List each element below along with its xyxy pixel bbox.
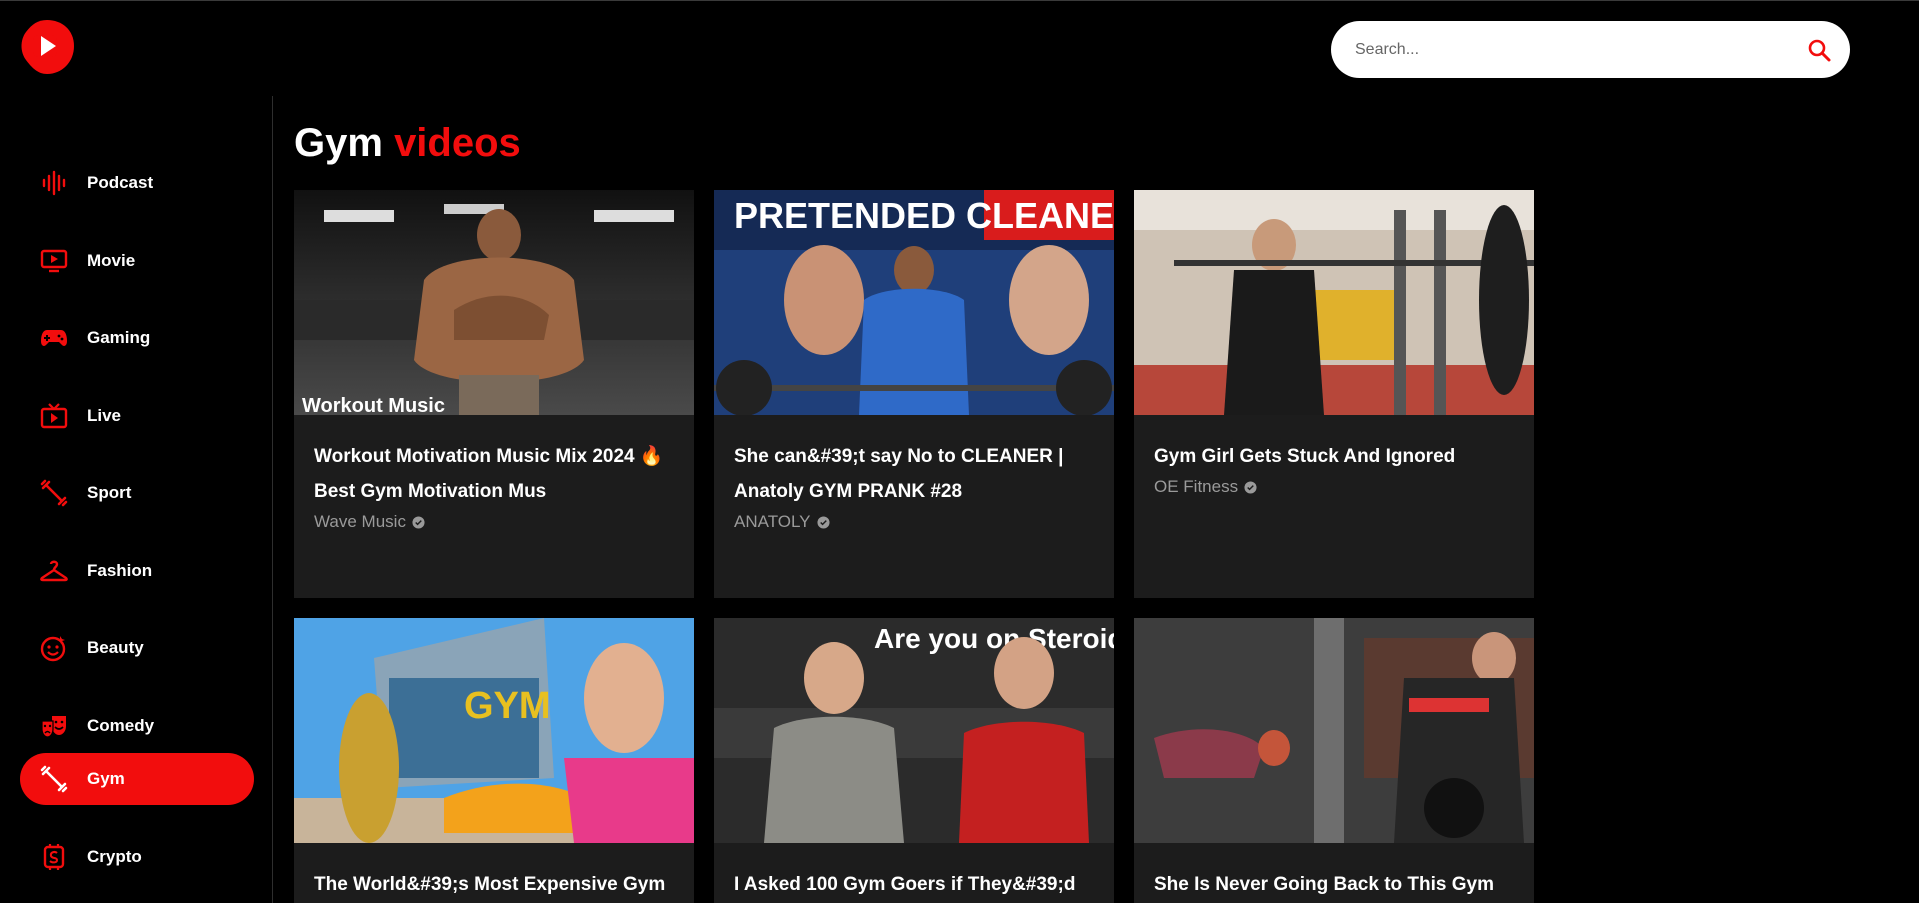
crypto-icon bbox=[40, 843, 68, 871]
thumbnail-text: PRETENDED CLEANER IN A GYM bbox=[734, 195, 1114, 236]
sport-icon bbox=[40, 479, 68, 507]
video-title[interactable]: She can&#39;t say No to CLEANER | Anatol… bbox=[734, 439, 1094, 509]
video-thumbnail[interactable]: PRETENDED CLEANER IN A GYM bbox=[714, 190, 1114, 415]
video-title[interactable]: I Asked 100 Gym Goers if They&#39;d bbox=[734, 867, 1094, 902]
video-thumbnail[interactable]: Are you on Steroids? yes. bbox=[714, 618, 1114, 843]
sidebar-item-label: Sport bbox=[87, 483, 132, 502]
logo-icon[interactable] bbox=[18, 18, 76, 76]
video-thumbnail[interactable]: Workout Music bbox=[294, 190, 694, 415]
channel-name[interactable]: OE Fitness bbox=[1154, 474, 1238, 500]
video-thumbnail[interactable] bbox=[1134, 618, 1534, 843]
movie-icon bbox=[40, 247, 68, 275]
video-channel[interactable]: Wave Music bbox=[314, 509, 674, 535]
video-card[interactable]: Are you on Steroids? yes. I Asked 100 Gy… bbox=[714, 618, 1114, 903]
thumbnail-text: Are you on Steroids? yes. bbox=[874, 623, 1114, 654]
sidebar-item-gym[interactable]: Gym bbox=[20, 753, 254, 805]
sidebar-item-beauty[interactable]: Beauty bbox=[20, 622, 254, 674]
live-tv-icon bbox=[40, 402, 68, 430]
video-channel[interactable]: ANATOLY bbox=[734, 509, 1094, 535]
podcast-icon bbox=[40, 169, 68, 197]
sidebar-item-label: Podcast bbox=[87, 173, 154, 192]
page-title: Gym videos bbox=[294, 118, 521, 168]
video-title[interactable]: Gym Girl Gets Stuck And Ignored bbox=[1154, 439, 1514, 474]
sidebar-item-label: Gaming bbox=[87, 328, 151, 347]
sidebar-item-movie[interactable]: Movie bbox=[20, 235, 254, 287]
search-icon[interactable] bbox=[1806, 37, 1832, 63]
sidebar-item-crypto[interactable]: Crypto bbox=[20, 831, 254, 883]
search-input[interactable] bbox=[1353, 39, 1806, 60]
video-card[interactable]: Gym Girl Gets Stuck And Ignored OE Fitne… bbox=[1134, 190, 1534, 598]
video-thumbnail[interactable]: GYM bbox=[294, 618, 694, 843]
sidebar-item-live[interactable]: Live bbox=[20, 390, 254, 442]
video-title[interactable]: She Is Never Going Back to This Gym bbox=[1154, 867, 1514, 902]
sidebar-item-label: Fashion bbox=[87, 561, 153, 580]
page-title-primary: Gym bbox=[294, 121, 383, 165]
sidebar: Podcast Movie Gaming Live Sport Fashion bbox=[0, 96, 273, 903]
gamepad-icon bbox=[40, 324, 68, 352]
search-bar[interactable] bbox=[1331, 21, 1850, 78]
sidebar-item-label: Movie bbox=[87, 251, 136, 270]
sidebar-item-label: Beauty bbox=[87, 638, 144, 657]
sidebar-item-label: Live bbox=[87, 406, 122, 425]
video-card[interactable]: She Is Never Going Back to This Gym bbox=[1134, 618, 1534, 903]
verified-icon bbox=[1244, 480, 1257, 494]
thumbnail-text: GYM bbox=[464, 685, 551, 727]
sidebar-item-gaming[interactable]: Gaming bbox=[20, 312, 254, 364]
verified-icon bbox=[816, 515, 830, 529]
dumbbell-icon bbox=[40, 765, 68, 793]
video-channel[interactable]: OE Fitness bbox=[1154, 474, 1514, 500]
video-title[interactable]: Workout Motivation Music Mix 2024 🔥 Best… bbox=[314, 439, 674, 509]
video-card[interactable]: GYM The World&#39;s Most Expensive Gym bbox=[294, 618, 694, 903]
verified-icon bbox=[412, 515, 425, 529]
hanger-icon bbox=[40, 557, 68, 585]
video-title[interactable]: The World&#39;s Most Expensive Gym bbox=[314, 867, 674, 902]
channel-name[interactable]: Wave Music bbox=[314, 509, 406, 535]
sidebar-item-sport[interactable]: Sport bbox=[20, 467, 254, 519]
top-border bbox=[0, 0, 1919, 1]
page-title-accent: videos bbox=[394, 121, 521, 165]
sidebar-item-label: Crypto bbox=[87, 847, 142, 866]
video-thumbnail[interactable] bbox=[1134, 190, 1534, 415]
sidebar-item-fashion[interactable]: Fashion bbox=[20, 545, 254, 597]
beauty-icon bbox=[40, 634, 68, 662]
sidebar-item-label: Gym bbox=[87, 769, 125, 788]
video-card[interactable]: Workout Music Workout Motivation Music M… bbox=[294, 190, 694, 598]
comedy-masks-icon bbox=[40, 712, 68, 740]
channel-name[interactable]: ANATOLY bbox=[734, 509, 811, 535]
sidebar-item-podcast[interactable]: Podcast bbox=[20, 157, 254, 209]
sidebar-item-label: Comedy bbox=[87, 716, 155, 735]
sidebar-item-comedy[interactable]: Comedy bbox=[20, 700, 254, 752]
thumbnail-text: Workout Music bbox=[302, 395, 445, 415]
video-card[interactable]: PRETENDED CLEANER IN A GYM She can&#39;t… bbox=[714, 190, 1114, 598]
